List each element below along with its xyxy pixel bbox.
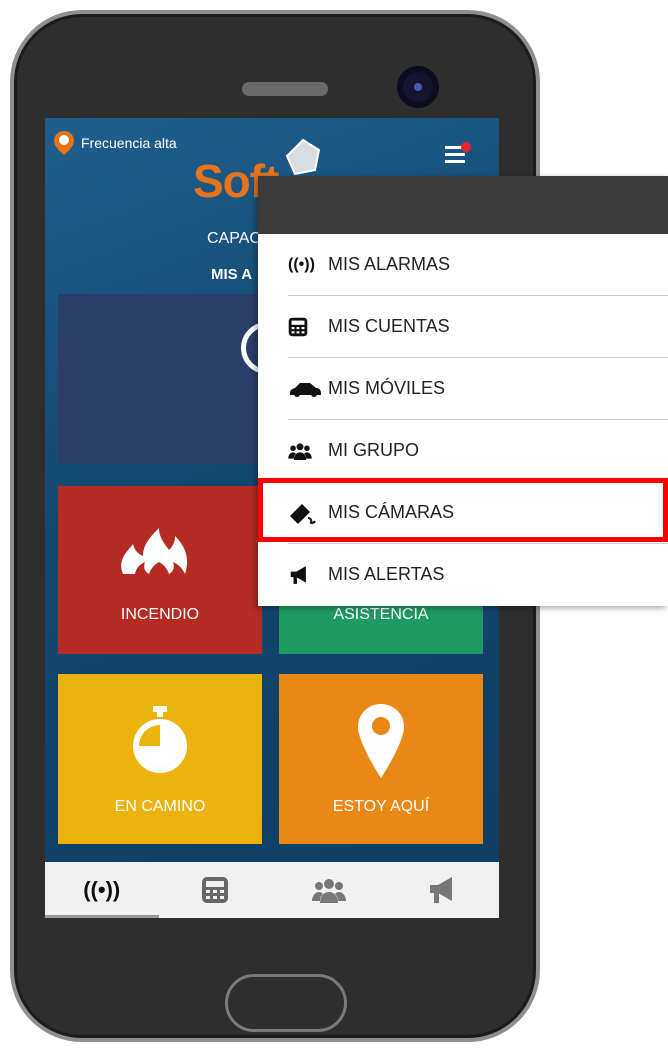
on-way-tile[interactable]: EN CAMINO [58, 674, 262, 844]
bottom-nav: ((•)) [45, 862, 499, 918]
menu-item-alarms[interactable]: ((•)) MIS ALARMAS [288, 234, 668, 296]
app-tagline: CAPAC [207, 230, 261, 247]
on-way-label: EN CAMINO [114, 798, 206, 815]
menu-item-vehicles[interactable]: MIS MÓVILES [288, 358, 668, 420]
broadcast-icon: ((•)) [288, 255, 315, 273]
assist-label: ASISTENCIA [333, 606, 429, 623]
menu-item-alerts[interactable]: MIS ALERTAS [288, 544, 668, 605]
stopwatch-icon [58, 706, 262, 776]
calculator-icon [288, 317, 328, 337]
menu-item-accounts[interactable]: MIS CUENTAS [288, 296, 668, 358]
fire-tile[interactable]: INCENDIO [58, 486, 262, 654]
nav-alerts-tab[interactable] [386, 862, 500, 918]
fire-icon [58, 526, 262, 576]
speaker-grille [242, 82, 328, 96]
menu-item-label: MIS CUENTAS [328, 316, 450, 336]
here-tile[interactable]: ESTOY AQUÍ [279, 674, 483, 844]
status-text: Frecuencia alta [81, 135, 177, 151]
menu-item-label: MIS MÓVILES [328, 378, 446, 398]
location-pin-icon [279, 704, 483, 778]
calculator-icon [202, 877, 229, 903]
megaphone-icon [288, 565, 328, 585]
section-title: MIS A [211, 266, 253, 283]
home-button[interactable] [225, 974, 347, 1032]
dropdown-header [258, 176, 668, 234]
here-label: ESTOY AQUÍ [332, 798, 430, 815]
menu-item-label: MI GRUPO [328, 440, 420, 460]
logo-gem-icon [285, 138, 321, 176]
fire-label: INCENDIO [120, 606, 200, 623]
nav-group-tab[interactable] [272, 862, 386, 918]
group-icon [288, 442, 328, 460]
notification-dot [461, 142, 471, 152]
megaphone-icon [430, 877, 453, 903]
nav-alarms-tab[interactable]: ((•)) [45, 862, 159, 918]
menu-item-label: MIS ALARMAS [328, 254, 451, 274]
car-icon [288, 381, 328, 397]
broadcast-icon: ((•)) [83, 877, 121, 902]
status-bar: Frecuencia alta [53, 130, 177, 156]
front-camera [397, 66, 439, 108]
menu-item-label: MIS ALERTAS [328, 564, 445, 584]
location-badge-icon [53, 130, 75, 156]
menu-item-group[interactable]: MI GRUPO [288, 420, 668, 482]
highlight-box [258, 478, 668, 542]
group-icon [311, 879, 346, 903]
nav-accounts-tab[interactable] [159, 862, 273, 918]
hamburger-menu-icon[interactable] [445, 142, 471, 168]
